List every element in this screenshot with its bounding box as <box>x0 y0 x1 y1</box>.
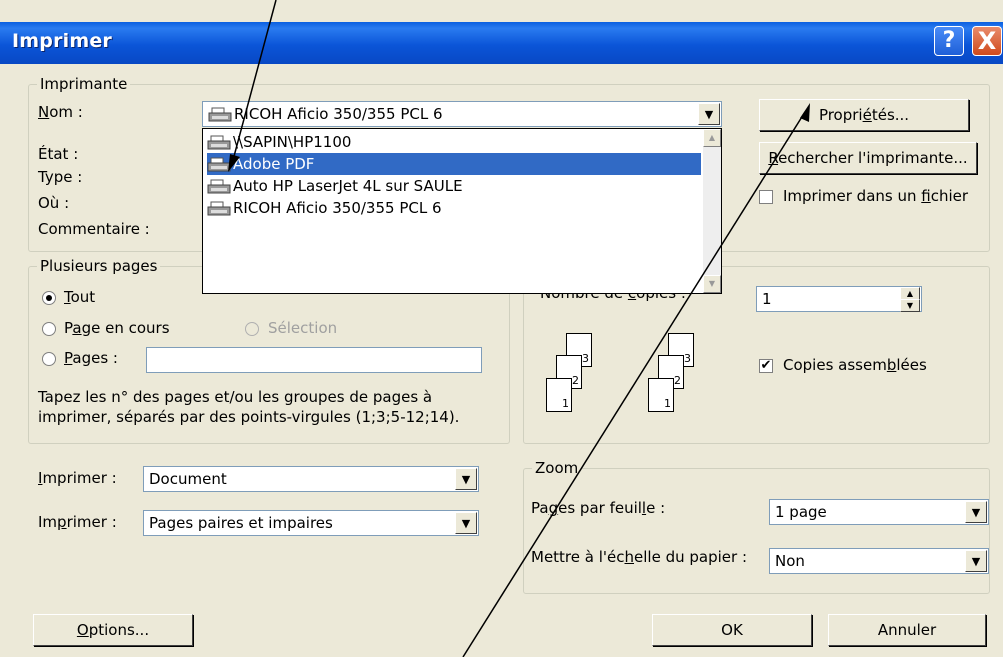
dropdown-item-selected[interactable]: Adobe PDF <box>207 153 701 175</box>
all-pages-label: Tout <box>64 288 96 306</box>
scale-value: Non <box>775 552 805 570</box>
printer-icon <box>207 157 231 171</box>
print-to-file-label: Imprimer dans un fichier <box>783 187 969 205</box>
dropdown-scrollbar[interactable]: ▲ ▼ <box>703 129 721 293</box>
pages-per-sheet-label: Pages par feuille : <box>531 499 666 517</box>
title-bar: Imprimer ? X <box>0 22 1003 64</box>
copies-count-input[interactable]: 1 ▲ ▼ <box>756 286 922 312</box>
page-stack-icon: 1 <box>648 378 674 412</box>
printer-dropdown-list[interactable]: \\SAPIN\HP1100 Adobe PDF Auto HP LaserJe… <box>202 128 722 294</box>
printer-icon <box>207 201 231 215</box>
spin-down-icon[interactable]: ▼ <box>900 299 920 312</box>
scroll-down-icon[interactable]: ▼ <box>703 275 721 293</box>
printer-name-combo[interactable]: RICOH Aficio 350/355 PCL 6 ▼ <box>202 101 722 127</box>
properties-button[interactable]: Propriétés... <box>759 99 969 131</box>
pages-label: Pages : <box>64 349 118 367</box>
print-pages-label: Imprimer : <box>38 513 117 531</box>
ok-button[interactable]: OK <box>652 614 812 646</box>
chevron-down-icon[interactable]: ▼ <box>965 501 987 523</box>
current-page-label: Page en cours <box>64 319 170 337</box>
where-label: Où : <box>38 194 70 212</box>
chevron-down-icon[interactable]: ▼ <box>455 468 477 490</box>
copies-count-value: 1 <box>762 290 772 308</box>
cancel-button[interactable]: Annuler <box>828 614 986 646</box>
pages-per-sheet-value: 1 page <box>775 503 827 521</box>
printer-icon <box>208 107 232 121</box>
help-button[interactable]: ? <box>934 26 964 56</box>
printer-icon <box>207 135 231 149</box>
close-button[interactable]: X <box>972 26 1002 56</box>
dropdown-item[interactable]: RICOH Aficio 350/355 PCL 6 <box>207 197 701 219</box>
page-range-legend: Plusieurs pages <box>37 257 161 275</box>
printer-name-value: RICOH Aficio 350/355 PCL 6 <box>234 105 443 123</box>
pages-radio[interactable] <box>42 352 56 366</box>
selection-label: Sélection <box>268 319 338 337</box>
chevron-down-icon[interactable]: ▼ <box>455 512 477 534</box>
all-pages-radio[interactable] <box>42 291 56 305</box>
print-pages-value: Pages paires et impaires <box>149 514 333 532</box>
pages-input[interactable] <box>146 347 482 373</box>
chevron-down-icon[interactable]: ▼ <box>698 103 720 125</box>
dropdown-item[interactable]: \\SAPIN\HP1100 <box>207 131 701 153</box>
chevron-down-icon[interactable]: ▼ <box>965 550 987 572</box>
state-label: État : <box>38 145 79 163</box>
scale-label: Mettre à l'échelle du papier : <box>531 548 747 566</box>
printer-icon <box>207 179 231 193</box>
options-button[interactable]: Options... <box>33 614 193 646</box>
find-printer-button[interactable]: Rechercher l'imprimante... <box>759 142 977 174</box>
selection-radio[interactable] <box>245 322 259 336</box>
zoom-group: Zoom <box>523 459 990 594</box>
page-range-hint-line1: Tapez les n° des pages et/ou les groupes… <box>38 388 433 406</box>
print-pages-combo[interactable]: Pages paires et impaires ▼ <box>143 510 479 536</box>
print-what-combo[interactable]: Document ▼ <box>143 466 479 492</box>
comment-label: Commentaire : <box>38 220 150 238</box>
printer-legend: Imprimante <box>37 75 131 93</box>
print-what-value: Document <box>149 470 227 488</box>
scale-combo[interactable]: Non ▼ <box>769 548 989 574</box>
page-stack-icon: 1 <box>546 378 572 412</box>
print-to-file-checkbox[interactable] <box>759 190 773 204</box>
type-label: Type : <box>38 168 83 186</box>
scroll-up-icon[interactable]: ▲ <box>703 129 721 147</box>
print-dialog: Imprimer ? X Imprimante Nom : RICOH Afic… <box>0 0 1003 657</box>
current-page-radio[interactable] <box>42 322 56 336</box>
window-title: Imprimer <box>12 30 113 52</box>
pages-per-sheet-combo[interactable]: 1 page ▼ <box>769 499 989 525</box>
page-range-hint-line2: imprimer, séparés par des points-virgule… <box>38 408 460 426</box>
dropdown-item[interactable]: Auto HP LaserJet 4L sur SAULE <box>207 175 701 197</box>
name-label: Nom : <box>38 103 83 121</box>
print-what-label: Imprimer : <box>38 469 117 487</box>
collate-label: Copies assemblées <box>783 356 927 374</box>
collate-checkbox[interactable]: ✔ <box>759 359 773 373</box>
zoom-legend: Zoom <box>532 459 582 477</box>
